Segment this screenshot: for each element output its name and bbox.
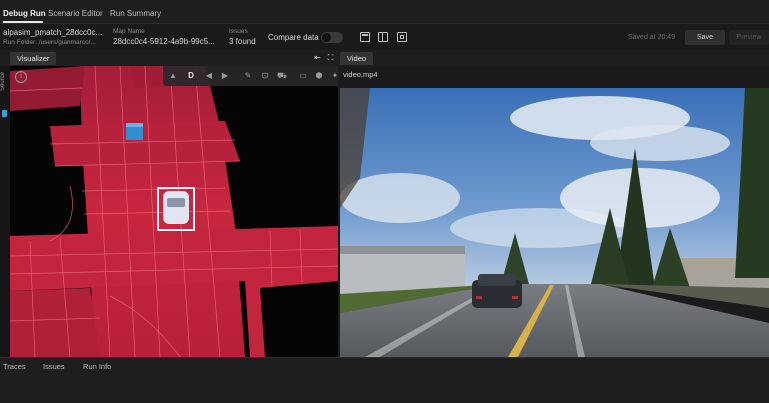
save-button[interactable]: Save bbox=[685, 30, 725, 45]
issues-block: Issues 3 found bbox=[229, 28, 256, 46]
run-info-bar: alpasim_pmatch_28dcc0c... Run Folder: /u… bbox=[0, 24, 769, 50]
cloud bbox=[590, 125, 730, 161]
compare-data-toggle[interactable] bbox=[321, 32, 343, 43]
visualizer-header: Visualizer ⇤ ⛶ bbox=[0, 50, 340, 66]
map-name-value: 28dcc0c4-5912-4a9b-99c5... bbox=[113, 37, 215, 46]
arrow-left-icon[interactable]: ◀ bbox=[204, 71, 214, 81]
tab-debug-run[interactable]: Debug Run bbox=[3, 9, 46, 18]
tab-run-summary[interactable]: Run Summary bbox=[110, 9, 161, 18]
layout-frame-icon[interactable] bbox=[397, 32, 407, 42]
layout-single-icon[interactable] bbox=[360, 32, 370, 42]
source-side-panel[interactable]: Source bbox=[0, 66, 10, 357]
car-taillight bbox=[476, 296, 482, 299]
ego-windshield bbox=[167, 198, 185, 207]
tab-scenario-editor[interactable]: Scenario Editor bbox=[48, 9, 103, 18]
source-label: Source bbox=[0, 72, 6, 92]
active-tab-indicator bbox=[3, 21, 43, 23]
tab-video[interactable]: Video bbox=[340, 52, 374, 65]
run-name: alpasim_pmatch_28dcc0c... bbox=[3, 28, 103, 37]
tab-run-info[interactable]: Run Info bbox=[83, 362, 111, 371]
triangle-warning-icon[interactable]: ▲ bbox=[168, 71, 178, 81]
road-mesh-render bbox=[10, 66, 338, 357]
layout-frame-inner bbox=[400, 35, 404, 39]
cube-icon[interactable]: ⬢ bbox=[314, 71, 324, 81]
layout-single-bar bbox=[362, 34, 368, 36]
top-tab-bar: Debug Run Scenario Editor Run Summary bbox=[0, 0, 769, 24]
issues-count[interactable]: 3 found bbox=[229, 37, 256, 46]
car-icon[interactable]: ⛟ bbox=[277, 71, 287, 81]
video-header: Video bbox=[340, 50, 769, 66]
pencil-icon[interactable]: ✎ bbox=[243, 71, 253, 81]
video-frame-image bbox=[340, 88, 769, 357]
bottom-panel: Traces Issues Run Info bbox=[0, 357, 769, 403]
visualizer-toolbar: ▲ D ◀ ▶ ✎ ⊡ ⛟ ▭ ⬢ ✦ bbox=[163, 66, 338, 86]
collapse-left-icon[interactable]: ⇤ bbox=[313, 53, 322, 62]
wrench-icon[interactable]: ✦ bbox=[330, 71, 338, 81]
building-roof bbox=[340, 246, 465, 254]
layout-split-icon[interactable] bbox=[378, 32, 388, 42]
focus-icon[interactable]: ⊡ bbox=[260, 71, 270, 81]
car-ahead-roof bbox=[478, 274, 516, 286]
camera-icon[interactable]: ▭ bbox=[298, 71, 308, 81]
issues-label: Issues bbox=[229, 28, 248, 35]
ego-vehicle bbox=[163, 191, 189, 224]
road-lower-left bbox=[10, 288, 100, 357]
video-player[interactable] bbox=[340, 88, 769, 357]
run-folder: Run Folder: /users/gianmarco/... bbox=[3, 39, 96, 46]
info-icon[interactable]: i bbox=[15, 71, 27, 83]
tab-issues[interactable]: Issues bbox=[43, 362, 65, 371]
source-indicator bbox=[2, 110, 7, 117]
visualizer-viewport[interactable]: i ▲ D ◀ ▶ ✎ ⊡ ⛟ ▭ ⬢ ✦ bbox=[10, 66, 338, 357]
tab-visualizer[interactable]: Visualizer bbox=[10, 52, 57, 65]
toggle-knob bbox=[322, 33, 331, 42]
run-name-block: alpasim_pmatch_28dcc0c... Run Folder: /u… bbox=[3, 28, 102, 46]
map-name-block: Map Name 28dcc0c4-5912-4a9b-99c5... bbox=[113, 28, 215, 46]
letter-d-icon[interactable]: D bbox=[186, 71, 196, 81]
video-filename: video.mp4 bbox=[343, 70, 378, 79]
layout-split-bar bbox=[382, 33, 383, 41]
car-taillight bbox=[512, 296, 518, 299]
saved-status: Saved at 20:49 bbox=[628, 34, 676, 41]
blue-marker-top bbox=[126, 123, 143, 127]
compare-data-label: Compare data bbox=[268, 33, 319, 42]
fullscreen-icon[interactable]: ⛶ bbox=[326, 53, 335, 62]
arrow-right-icon[interactable]: ▶ bbox=[220, 71, 230, 81]
video-panel: video.mp4 bbox=[340, 66, 769, 357]
preview-button[interactable]: Preview bbox=[729, 30, 769, 45]
tab-traces[interactable]: Traces bbox=[3, 362, 26, 371]
map-name-label: Map Name bbox=[113, 28, 145, 35]
